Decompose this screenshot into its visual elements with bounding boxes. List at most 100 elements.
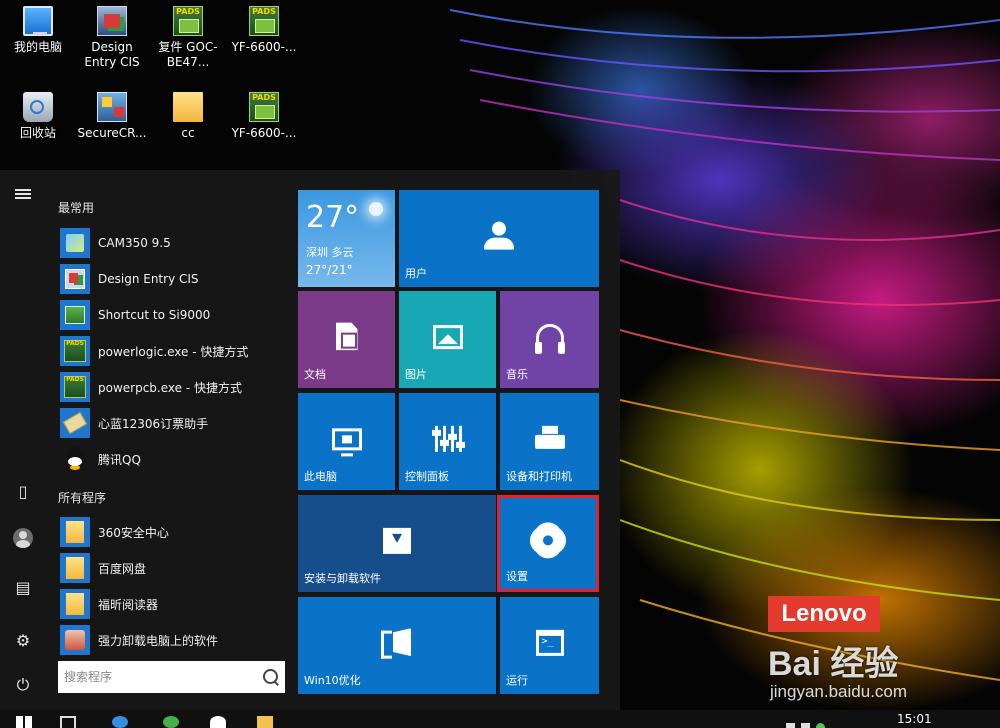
tile-label: 图片 <box>405 368 427 381</box>
baidu-jingyan-url: jingyan.baidu.com <box>770 682 908 701</box>
desktop-icon-label: YF-6600-... <box>231 40 297 54</box>
browser-icon[interactable] <box>112 716 128 728</box>
task-view-icon[interactable]: ▯ <box>8 476 38 506</box>
app-item-360[interactable]: 360安全中心 <box>60 516 285 548</box>
browser-alt-icon[interactable] <box>163 716 179 728</box>
monitor-icon <box>331 427 362 456</box>
tray-flag-icon[interactable] <box>786 723 795 728</box>
cis-app-icon <box>97 6 127 36</box>
app-item-powerpcb[interactable]: powerpcb.exe - 快捷方式 <box>60 371 285 403</box>
app-item-design-entry-cis[interactable]: Design Entry CIS <box>60 263 285 295</box>
system-tray[interactable] <box>786 717 866 728</box>
windows-start-icon[interactable] <box>16 716 32 728</box>
weather-temperature: 27° <box>306 200 360 235</box>
desktop-icon-yf-6600-a[interactable]: YF-6600-... <box>226 4 302 55</box>
app-label: powerpcb.exe - 快捷方式 <box>98 380 242 395</box>
sliders-icon <box>431 425 465 452</box>
tile-documents[interactable]: 文档 <box>298 291 395 388</box>
hamburger-menu-icon[interactable] <box>8 179 38 209</box>
tile-run[interactable]: 运行 <box>500 597 599 694</box>
app-item-cam350[interactable]: CAM350 9.5 <box>60 227 285 259</box>
desktop-icon-recycle-bin[interactable]: 回收站 <box>0 92 76 141</box>
optimize-icon <box>381 628 413 659</box>
tile-label: 安装与卸载软件 <box>304 572 381 585</box>
tile-devices-printers[interactable]: 设备和打印机 <box>500 393 599 490</box>
folder-icon <box>60 517 90 547</box>
desktop-icon-yf-6600-b[interactable]: YF-6600-... <box>226 90 302 141</box>
app-label: powerlogic.exe - 快捷方式 <box>98 344 249 359</box>
desktop-icon-label: 我的电脑 <box>13 40 62 54</box>
tile-pictures[interactable]: 图片 <box>399 291 496 388</box>
app-label: Shortcut to Si9000 <box>98 308 211 322</box>
file-explorer-icon[interactable]: ▤ <box>8 572 38 602</box>
app-label: 强力卸载电脑上的软件 <box>98 633 219 648</box>
file-explorer-taskbar-icon[interactable] <box>257 716 273 728</box>
app-item-baidu-pan[interactable]: 百度网盘 <box>60 552 285 584</box>
desktop-icon-label: YF-6600-... <box>231 126 297 140</box>
user-avatar-icon[interactable] <box>8 523 38 553</box>
ticket-icon <box>60 408 90 438</box>
tile-user[interactable]: 用户 <box>399 190 599 287</box>
qq-taskbar-icon[interactable] <box>210 716 226 728</box>
tile-label: 音乐 <box>506 368 528 381</box>
pads-icon <box>249 4 279 36</box>
baidu-jingyan-logo: Bai 经验 <box>768 645 899 683</box>
task-view-icon[interactable] <box>60 716 76 728</box>
printer-icon <box>534 425 565 451</box>
tile-label: Win10优化 <box>304 674 361 687</box>
tray-network-icon[interactable] <box>816 723 825 728</box>
app-item-foxit[interactable]: 福昕阅读器 <box>60 588 285 620</box>
tile-win10-optimize[interactable]: Win10优化 <box>298 597 496 694</box>
desktop-icon-label: 回收站 <box>19 126 56 140</box>
tile-install-uninstall[interactable]: 安装与卸载软件 <box>298 495 496 592</box>
desktop-icon-goc-be47[interactable]: 复件 GOC-BE47... <box>150 4 226 70</box>
desktop-icon-securecrt[interactable]: SecureCR... <box>74 92 150 141</box>
install-box-icon <box>383 527 411 554</box>
desktop-icon-cc-folder[interactable]: cc <box>150 92 226 141</box>
weather-sun-icon <box>369 202 383 216</box>
folder-icon <box>60 589 90 619</box>
desktop-icon-design-entry-cis[interactable]: Design Entry CIS <box>74 6 150 70</box>
qq-icon <box>60 444 90 474</box>
tray-volume-icon[interactable] <box>801 723 810 728</box>
start-rail: ▯ ▤ ⚙ ⏻ <box>0 170 46 710</box>
search-box[interactable] <box>58 661 285 693</box>
recycle-bin-icon <box>23 92 53 122</box>
app-item-qq[interactable]: 腾讯QQ <box>60 443 285 475</box>
app-item-12306-helper[interactable]: 心蓝12306订票助手 <box>60 407 285 439</box>
most-used-header: 最常用 <box>58 201 95 215</box>
desktop-icon-my-computer[interactable]: 我的电脑 <box>0 6 76 55</box>
tile-settings[interactable]: 设置 <box>497 495 599 592</box>
desktop-icon-label: cc <box>181 126 195 140</box>
app-item-powerlogic[interactable]: powerlogic.exe - 快捷方式 <box>60 335 285 367</box>
start-menu: ▯ ▤ ⚙ ⏻ 最常用 CAM350 9.5 Design Entry CIS … <box>0 170 620 710</box>
all-programs-header[interactable]: 所有程序 <box>58 489 106 506</box>
tile-label: 设置 <box>506 570 528 583</box>
pads-icon <box>60 372 90 402</box>
folder-icon <box>173 92 203 122</box>
taskbar-clock[interactable]: 15:01 <box>897 712 932 726</box>
search-icon[interactable] <box>263 669 279 685</box>
desktop-icon-label: 复件 GOC-BE47... <box>158 40 218 69</box>
tile-control-panel[interactable]: 控制面板 <box>399 393 496 490</box>
weather-city: 深圳 多云 <box>306 246 354 259</box>
pads-icon <box>249 90 279 122</box>
tile-weather[interactable]: 27° 深圳 多云 27°/21° <box>298 190 395 287</box>
app-item-si9000[interactable]: Shortcut to Si9000 <box>60 299 285 331</box>
tile-music[interactable]: 音乐 <box>500 291 599 388</box>
search-input[interactable] <box>64 670 263 684</box>
run-icon <box>535 629 564 656</box>
tile-label: 文档 <box>304 368 326 381</box>
app-label: 百度网盘 <box>98 561 147 576</box>
app-item-uninstaller[interactable]: 强力卸载电脑上的软件 <box>60 624 285 656</box>
app-label: 福昕阅读器 <box>98 597 159 612</box>
tile-label: 运行 <box>506 674 528 687</box>
si9000-icon <box>60 300 90 330</box>
power-icon[interactable]: ⏻ <box>8 670 38 700</box>
app-label: Design Entry CIS <box>98 272 199 286</box>
lenovo-logo: Lenovo <box>768 596 880 632</box>
tile-this-pc[interactable]: 此电脑 <box>298 393 395 490</box>
computer-icon <box>23 6 53 36</box>
settings-gear-icon[interactable]: ⚙ <box>8 625 38 655</box>
folder-icon <box>60 553 90 583</box>
